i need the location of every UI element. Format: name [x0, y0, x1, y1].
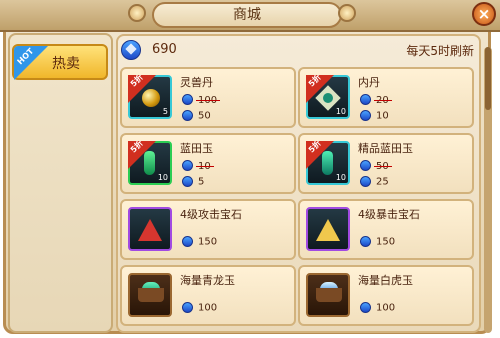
item-card-crit-gem[interactable]: 4级暴击宝石 150 [298, 199, 474, 260]
red-gem-icon [138, 219, 162, 241]
diamond-icon [182, 94, 193, 105]
refresh-time-text: 每天5时刷新 [406, 44, 474, 58]
price-row: 10 [360, 110, 389, 122]
item-card-blue-jade[interactable]: 5折 10 蓝田玉 10 5 [120, 133, 296, 194]
premium-jade-icon [322, 151, 333, 175]
diamond-icon [360, 302, 371, 313]
price-row: 25 [360, 176, 389, 188]
diamond-icon [182, 110, 193, 121]
shop-header: 690 每天5时刷新 [121, 39, 477, 63]
item-name: 蓝田玉 [180, 142, 213, 155]
item-qty: 10 [335, 107, 346, 116]
diamond-icon [182, 160, 193, 171]
diamond-icon [360, 110, 371, 121]
item-name: 内丹 [358, 76, 380, 89]
item-card-azure-dragon-jade[interactable]: 海量青龙玉 100 [120, 265, 296, 326]
hot-sale-tab[interactable]: HOT 热卖 [12, 44, 108, 80]
basket-icon [316, 288, 342, 302]
item-card-inner-core[interactable]: 5折 10 内丹 20 10 [298, 67, 474, 128]
crit-gem-slot [306, 207, 350, 251]
item-qty: 10 [335, 173, 346, 182]
price-row: 5 [182, 176, 204, 188]
close-button[interactable]: × [472, 2, 496, 26]
diamond-icon [360, 160, 371, 171]
item-card-white-tiger-jade[interactable]: 海量白虎玉 100 [298, 265, 474, 326]
price-row: 50 [182, 110, 211, 122]
window-title: 商城 [152, 2, 342, 28]
diamond-balance: 690 [152, 42, 177, 57]
white-tiger-jade-slot [306, 273, 350, 317]
diamond-icon [182, 176, 193, 187]
item-name: 海量青龙玉 [180, 274, 235, 287]
jade-icon [144, 151, 155, 175]
item-card-attack-gem[interactable]: 4级攻击宝石 150 [120, 199, 296, 260]
right-ornament-icon [338, 4, 356, 22]
old-price-row: 50 [360, 160, 389, 172]
item-name: 4级暴击宝石 [358, 208, 420, 221]
price-row: 150 [182, 236, 217, 248]
diamond-icon [360, 176, 371, 187]
premium-blue-jade-slot: 5折 10 [306, 141, 350, 185]
price-row: 150 [360, 236, 395, 248]
price-row: 100 [360, 302, 395, 314]
scroll-thumb[interactable] [485, 47, 491, 110]
diamond-currency-icon [121, 40, 141, 60]
hot-badge: HOT [15, 46, 36, 67]
title-bar: 商城 × [0, 0, 500, 32]
item-qty: 5 [162, 107, 168, 116]
left-ornament-icon [128, 4, 146, 22]
gold-gem-icon [316, 219, 340, 241]
diamond-icon [182, 302, 193, 313]
pearl-icon [142, 89, 160, 107]
hot-ribbon-icon: HOT [14, 46, 48, 80]
basket-icon [138, 288, 164, 302]
item-qty: 10 [157, 173, 168, 182]
item-card-spirit-pill[interactable]: 5折 5 灵兽丹 100 50 [120, 67, 296, 128]
diamond-icon [182, 236, 193, 247]
shop-window: 商城 × HOT 热卖 690 每天5时刷新 5折 5 灵兽丹 100 50 5… [0, 0, 500, 338]
spirit-pill-slot: 5折 5 [128, 75, 172, 119]
inner-core-slot: 5折 10 [306, 75, 350, 119]
item-name: 海量白虎玉 [358, 274, 413, 287]
item-card-premium-blue-jade[interactable]: 5折 10 精品蓝田玉 50 25 [298, 133, 474, 194]
item-name: 4级攻击宝石 [180, 208, 242, 221]
price-row: 100 [182, 302, 217, 314]
old-price-row: 100 [182, 94, 217, 106]
blue-jade-slot: 5折 10 [128, 141, 172, 185]
diamond-icon [360, 236, 371, 247]
item-name: 灵兽丹 [180, 76, 213, 89]
old-price-row: 10 [182, 160, 211, 172]
item-name: 精品蓝田玉 [358, 142, 413, 155]
azure-dragon-jade-slot [128, 273, 172, 317]
item-grid: 5折 5 灵兽丹 100 50 5折 10 内丹 20 10 5折 10 蓝田玉… [120, 67, 480, 333]
hot-sale-label: 热卖 [52, 56, 80, 72]
diamond-icon [360, 94, 371, 105]
old-price-row: 20 [360, 94, 389, 106]
attack-gem-slot [128, 207, 172, 251]
